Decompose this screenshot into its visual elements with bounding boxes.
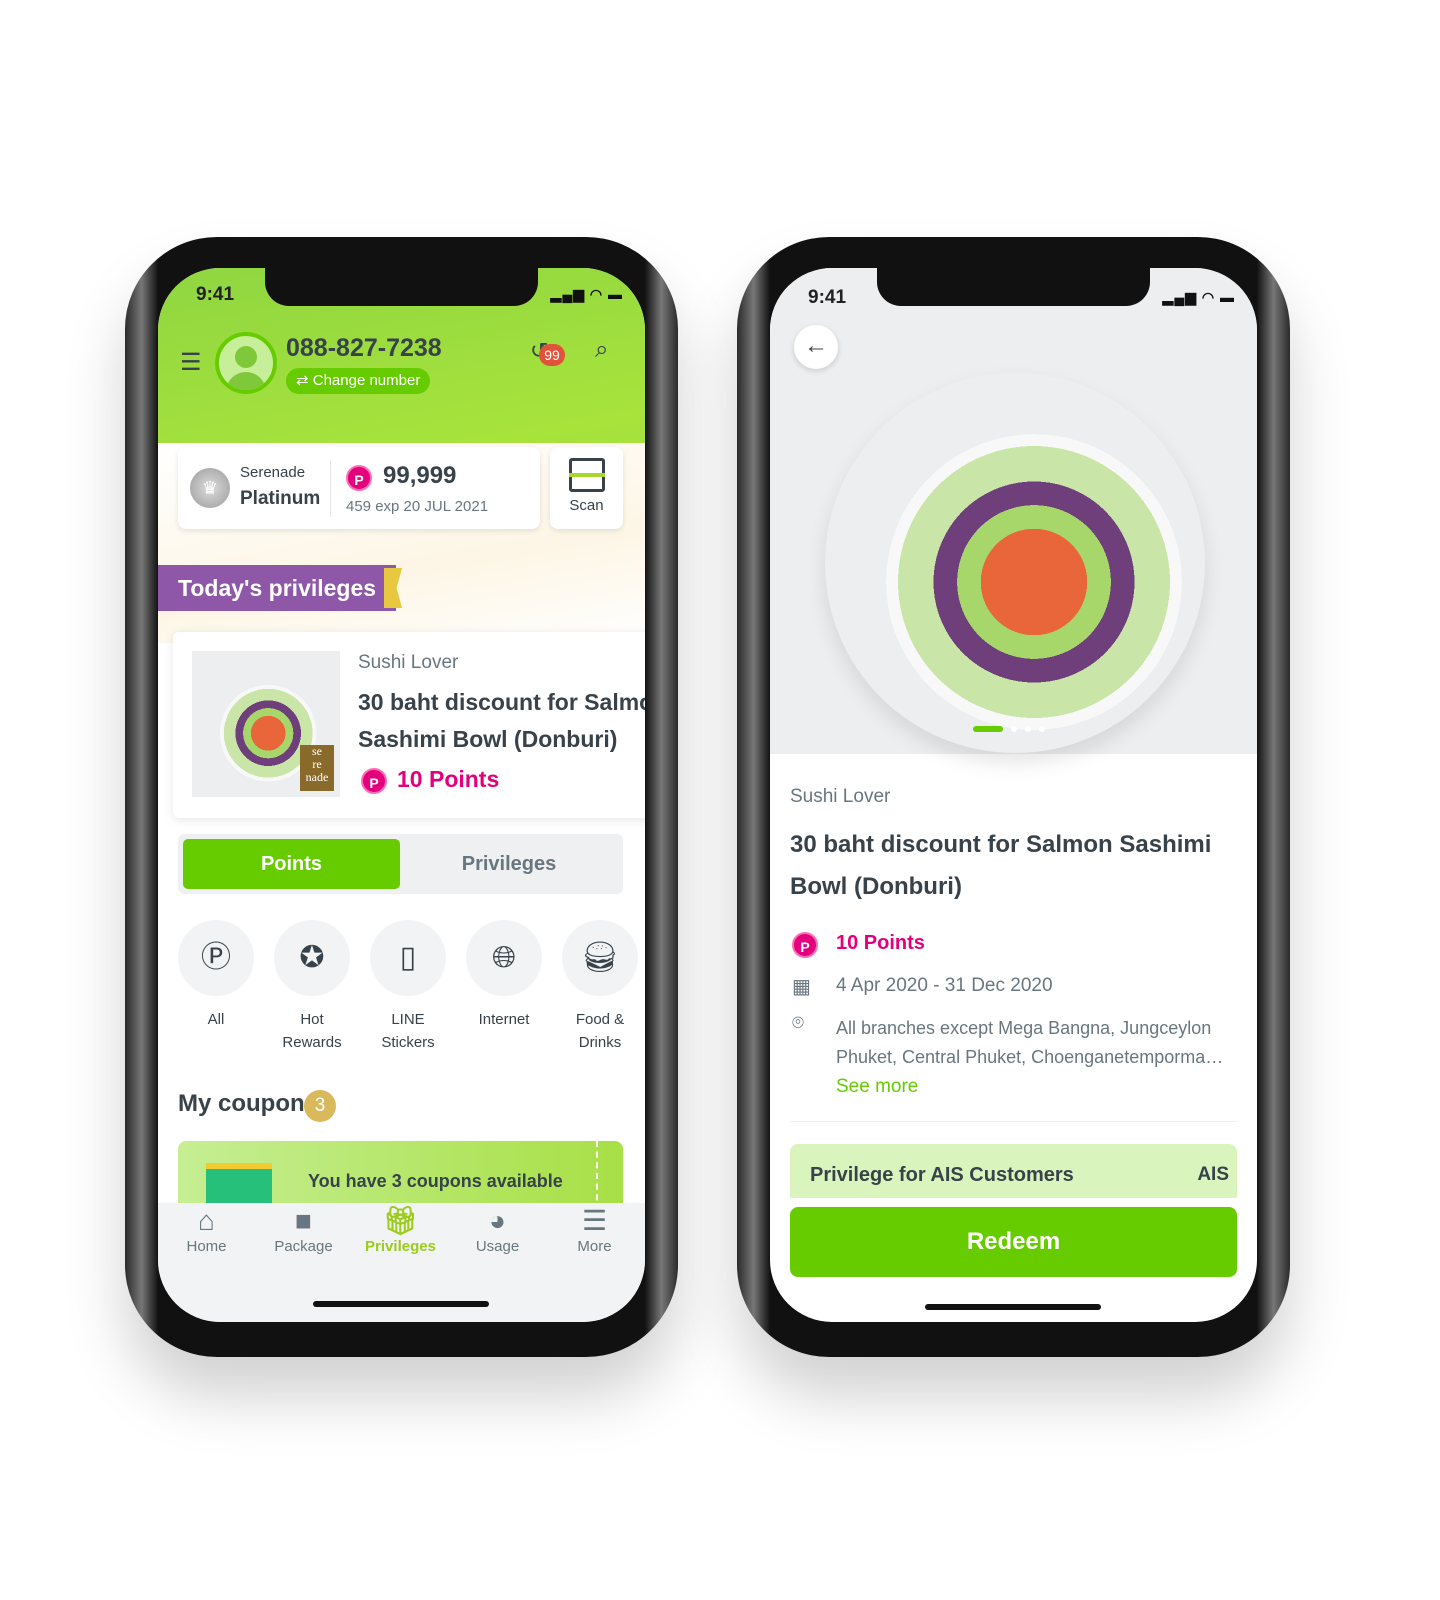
- home-indicator: [313, 1301, 489, 1307]
- see-more-link[interactable]: See more: [836, 1076, 918, 1098]
- coupon-count-badge: 3: [304, 1090, 336, 1122]
- privilege-points: 10 Points: [836, 932, 925, 954]
- gift-icon: 🎁︎: [382, 1205, 419, 1236]
- ais-logo: AIS: [1197, 1164, 1229, 1185]
- status-icons: ▂▄▆ ◠ ▬: [550, 286, 623, 302]
- validity-dates: 4 Apr 2020 - 31 Dec 2020: [836, 975, 1053, 996]
- nav-privileges[interactable]: 🎁︎ Privileges: [352, 1204, 449, 1255]
- notification-badge: 99: [539, 344, 565, 366]
- location-pin-icon: ⌾: [792, 1012, 804, 1034]
- pie-icon: ◕: [489, 1205, 506, 1236]
- nav-more[interactable]: ☰ More: [546, 1204, 643, 1255]
- nav-usage[interactable]: ◕ Usage: [449, 1204, 546, 1255]
- home-indicator: [925, 1304, 1101, 1310]
- merchant-name: Sushi Lover: [358, 652, 459, 673]
- my-coupon-heading: My coupon: [178, 1090, 305, 1117]
- back-button[interactable]: ←: [794, 325, 838, 369]
- hamburger-menu-icon[interactable]: ☰: [180, 348, 202, 377]
- swap-icon: ⇄: [296, 372, 313, 389]
- tab-points[interactable]: Points: [183, 839, 400, 889]
- coupon-perforation: [596, 1141, 598, 1211]
- avatar[interactable]: [215, 332, 277, 394]
- category-hot-rewards[interactable]: ✪ Hot Rewards: [274, 920, 350, 1054]
- divider: [330, 461, 331, 517]
- category-food-drinks[interactable]: 🍔︎ Food & Drinks: [562, 920, 638, 1054]
- category-all[interactable]: Ⓟ All: [178, 920, 254, 1031]
- privilege-title: 30 baht discount for Salmon Sashimi Bowl…: [358, 689, 645, 752]
- status-icons: ▂▄▆ ◠ ▬: [1162, 289, 1235, 305]
- hot-badge-icon: ✪: [274, 920, 350, 996]
- image-carousel-dots[interactable]: [973, 726, 1045, 732]
- serenade-badge-logo: se re nade: [300, 745, 334, 791]
- tab-bar: Points Privileges: [178, 834, 623, 894]
- globe-phone-icon: 🌐︎: [466, 920, 542, 996]
- change-number-button[interactable]: ⇄ Change number: [286, 368, 431, 394]
- phone-frame-detail: 9:41 ▂▄▆ ◠ ▬ ← Sushi Lover 30 baht disco…: [737, 237, 1290, 1357]
- calendar-icon: ▦: [792, 976, 811, 998]
- coupon-banner[interactable]: You have 3 coupons available: [178, 1141, 623, 1211]
- tier-brand: Serenade: [240, 464, 306, 481]
- search-icon[interactable]: ⌕: [595, 336, 608, 364]
- tier-points-card[interactable]: ♛ Serenade Platinum P 99,999 459 exp 20 …: [178, 447, 540, 529]
- burger-drink-icon: 🍔︎: [562, 920, 638, 996]
- notch: [877, 268, 1150, 306]
- scan-button[interactable]: Scan: [550, 447, 623, 529]
- home-icon: ⌂: [198, 1205, 215, 1236]
- phone-number: 088-827-7238: [286, 334, 442, 362]
- home-screen: 9:41 ▂▄▆ ◠ ▬ ☰ 088-827-7238 ⇄ Change num…: [158, 268, 645, 1322]
- privilege-points: 10 Points: [397, 766, 500, 792]
- food-thumbnail: se re nade: [192, 651, 340, 797]
- category-line-stickers[interactable]: ▯ LINE Stickers: [370, 920, 446, 1054]
- points-balance: 99,999: [383, 462, 457, 489]
- points-icon: P: [361, 768, 387, 794]
- menu-icon: ☰: [581, 1205, 608, 1236]
- phone-frame-home: 9:41 ▂▄▆ ◠ ▬ ☰ 088-827-7238 ⇄ Change num…: [125, 237, 678, 1357]
- points-icon: P: [346, 465, 372, 491]
- detail-screen: 9:41 ▂▄▆ ◠ ▬ ← Sushi Lover 30 baht disco…: [770, 268, 1257, 1322]
- points-gift-icon: Ⓟ: [178, 920, 254, 996]
- tab-privileges[interactable]: Privileges: [400, 839, 618, 889]
- divider: [790, 1121, 1237, 1122]
- scan-icon: [568, 458, 605, 492]
- crown-icon: ♛: [190, 468, 230, 508]
- merchant-name: Sushi Lover: [790, 786, 891, 807]
- nav-home[interactable]: ⌂ Home: [158, 1204, 255, 1255]
- category-internet[interactable]: 🌐︎ Internet: [466, 920, 542, 1031]
- status-time: 9:41: [196, 284, 235, 305]
- points-expiry: 459 exp 20 JUL 2021: [346, 498, 489, 515]
- todays-privileges-ribbon: Today's privileges: [158, 565, 397, 611]
- tier-level: Platinum: [240, 488, 321, 509]
- package-icon: ■: [295, 1205, 312, 1236]
- ais-customer-banner: Privilege for AIS Customers AIS: [790, 1144, 1237, 1198]
- hero-image: [770, 268, 1257, 754]
- location-text: All branches except Mega Bangna, Jungcey…: [836, 1018, 1224, 1067]
- featured-privilege-card[interactable]: se re nade Sushi Lover 30 baht discount fo…: [173, 632, 645, 818]
- privilege-title: 30 baht discount for Salmon Sashimi Bowl…: [790, 831, 1212, 900]
- notch: [265, 268, 538, 306]
- redeem-button[interactable]: Redeem: [790, 1207, 1237, 1277]
- status-time: 9:41: [808, 287, 847, 308]
- nav-package[interactable]: ■ Package: [255, 1204, 352, 1255]
- points-icon: P: [792, 932, 818, 958]
- arrow-left-icon: ←: [804, 332, 828, 359]
- gift-box-icon: [206, 1163, 272, 1203]
- phone-sticker-icon: ▯: [370, 920, 446, 996]
